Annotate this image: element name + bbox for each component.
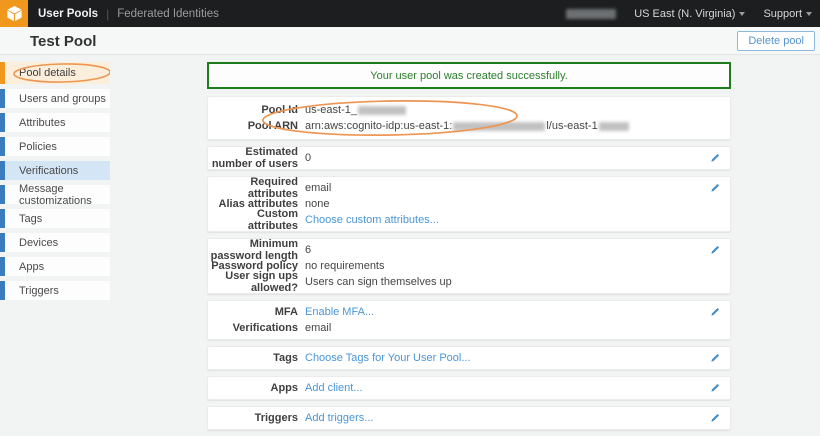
- row-value-link[interactable]: Enable MFA...: [305, 306, 374, 318]
- detail-row: Custom attributesChoose custom attribute…: [208, 212, 730, 228]
- card-apps: Apps Add client...: [207, 376, 731, 400]
- detail-row: Triggers Add triggers...: [208, 410, 730, 426]
- cognito-logo[interactable]: [0, 0, 28, 27]
- sidebar-item-users-and-groups[interactable]: Users and groups: [0, 89, 110, 108]
- detail-row: Tags Choose Tags for Your User Pool...: [208, 350, 730, 366]
- row-label: Triggers: [208, 412, 298, 424]
- edit-pencil-icon[interactable]: [709, 151, 722, 164]
- row-value: email: [305, 322, 331, 334]
- nav-user-pools[interactable]: User Pools: [38, 8, 98, 20]
- caret-down-icon: [739, 12, 745, 16]
- edit-pencil-icon[interactable]: [709, 351, 722, 364]
- row-value-link[interactable]: Add triggers...: [305, 412, 373, 424]
- row-label: Apps: [208, 382, 298, 394]
- sidebar-item-pool-details[interactable]: Pool details: [0, 62, 110, 84]
- sidebar-item-apps[interactable]: Apps: [0, 257, 110, 276]
- row-label: MFA: [208, 306, 298, 318]
- sidebar-item-label: Tags: [5, 209, 110, 228]
- row-value: 0: [305, 152, 311, 164]
- sidebar-item-triggers[interactable]: Triggers: [0, 281, 110, 300]
- row-label: Custom attributes: [208, 208, 298, 232]
- row-value: none: [305, 198, 329, 210]
- page-title: Test Pool: [30, 33, 96, 50]
- card-mfa-verifications: MFA Enable MFA... Verifications email: [207, 300, 731, 340]
- edit-pencil-icon[interactable]: [709, 181, 722, 194]
- nav-separator: |: [106, 7, 109, 21]
- region-selector[interactable]: US East (N. Virginia): [634, 8, 745, 20]
- detail-row: Pool ARN arn:aws:cognito-idp:us-east-1:l/…: [208, 118, 730, 134]
- card-pool-info: Pool Id us-east-1_ Pool ARN arn:aws:cognito…: [207, 96, 731, 140]
- detail-row: Pool Id us-east-1_: [208, 102, 730, 118]
- row-value: us-east-1_: [305, 104, 407, 116]
- row-label: Minimum password length: [208, 238, 298, 262]
- sidebar-item-label: Pool details: [5, 62, 110, 84]
- row-value: email: [305, 182, 331, 194]
- row-value-link[interactable]: Choose Tags for Your User Pool...: [305, 352, 471, 364]
- page-header: Test Pool Delete pool: [0, 27, 820, 55]
- main-content: Your user pool was created successfully.…: [207, 62, 731, 436]
- sidebar-item-label: Attributes: [5, 113, 110, 132]
- sidebar-item-attributes[interactable]: Attributes: [0, 113, 110, 132]
- sidebar-item-label: Message customizations: [5, 185, 110, 204]
- card-tags: Tags Choose Tags for Your User Pool...: [207, 346, 731, 370]
- redacted-text: [358, 106, 406, 115]
- redacted-text: [453, 122, 545, 131]
- sidebar-item-label: Devices: [5, 233, 110, 252]
- redacted-text: [599, 122, 629, 131]
- caret-down-icon: [806, 12, 812, 16]
- row-label: Estimated number of users: [208, 146, 298, 170]
- account-name-redacted[interactable]: [566, 9, 616, 19]
- detail-row: Minimum password length6: [208, 242, 730, 258]
- detail-row: MFA Enable MFA...: [208, 304, 730, 320]
- sidebar-item-verifications[interactable]: Verifications: [0, 161, 110, 180]
- row-label: Pool Id: [208, 104, 298, 116]
- support-label: Support: [763, 8, 802, 20]
- row-label: Pool ARN: [208, 120, 298, 132]
- row-value-link[interactable]: Choose custom attributes...: [305, 214, 439, 226]
- region-label: US East (N. Virginia): [634, 8, 735, 20]
- row-label: Tags: [208, 352, 298, 364]
- card-estimated-users: Estimated number of users 0: [207, 146, 731, 170]
- row-value: arn:aws:cognito-idp:us-east-1:l/us-east-…: [305, 120, 630, 132]
- cube-icon: [5, 4, 24, 23]
- sidebar-item-tags[interactable]: Tags: [0, 209, 110, 228]
- sidebar-item-label: Policies: [5, 137, 110, 156]
- edit-pencil-icon[interactable]: [709, 243, 722, 256]
- detail-row: User sign ups allowed?Users can sign the…: [208, 274, 730, 290]
- success-message: Your user pool was created successfully.: [370, 70, 568, 82]
- sidebar-item-policies[interactable]: Policies: [0, 137, 110, 156]
- card-attributes: Required attributesemailAlias attributes…: [207, 176, 731, 232]
- nav-federated-identities[interactable]: Federated Identities: [117, 8, 219, 20]
- edit-pencil-icon[interactable]: [709, 305, 722, 318]
- detail-row: Verifications email: [208, 320, 730, 336]
- sidebar-item-label: Apps: [5, 257, 110, 276]
- sidebar-item-message-customizations[interactable]: Message customizations: [0, 185, 110, 204]
- detail-row: Apps Add client...: [208, 380, 730, 396]
- sidebar-item-label: Triggers: [5, 281, 110, 300]
- card-triggers: Triggers Add triggers...: [207, 406, 731, 430]
- edit-pencil-icon[interactable]: [709, 381, 722, 394]
- success-banner: Your user pool was created successfully.: [207, 62, 731, 89]
- sidebar-item-label: Verifications: [5, 161, 110, 180]
- row-value: no requirements: [305, 260, 385, 272]
- cards-container: Pool Id us-east-1_ Pool ARN arn:aws:cognito…: [207, 96, 731, 430]
- sidebar-item-devices[interactable]: Devices: [0, 233, 110, 252]
- delete-pool-button[interactable]: Delete pool: [737, 31, 815, 51]
- row-value: Users can sign themselves up: [305, 276, 452, 288]
- row-value: 6: [305, 244, 311, 256]
- sidebar-item-label: Users and groups: [5, 89, 110, 108]
- support-menu[interactable]: Support: [763, 8, 812, 20]
- card-password-policy: Minimum password length6Password policyn…: [207, 238, 731, 294]
- detail-row: Required attributesemail: [208, 180, 730, 196]
- row-label: User sign ups allowed?: [208, 270, 298, 294]
- row-label: Required attributes: [208, 176, 298, 200]
- row-value-link[interactable]: Add client...: [305, 382, 362, 394]
- detail-row: Estimated number of users0: [208, 150, 730, 166]
- row-label: Verifications: [208, 322, 298, 334]
- sidebar-nav: Pool details Users and groups Attributes Po…: [0, 62, 110, 305]
- top-navbar: User Pools | Federated Identities US Eas…: [0, 0, 820, 27]
